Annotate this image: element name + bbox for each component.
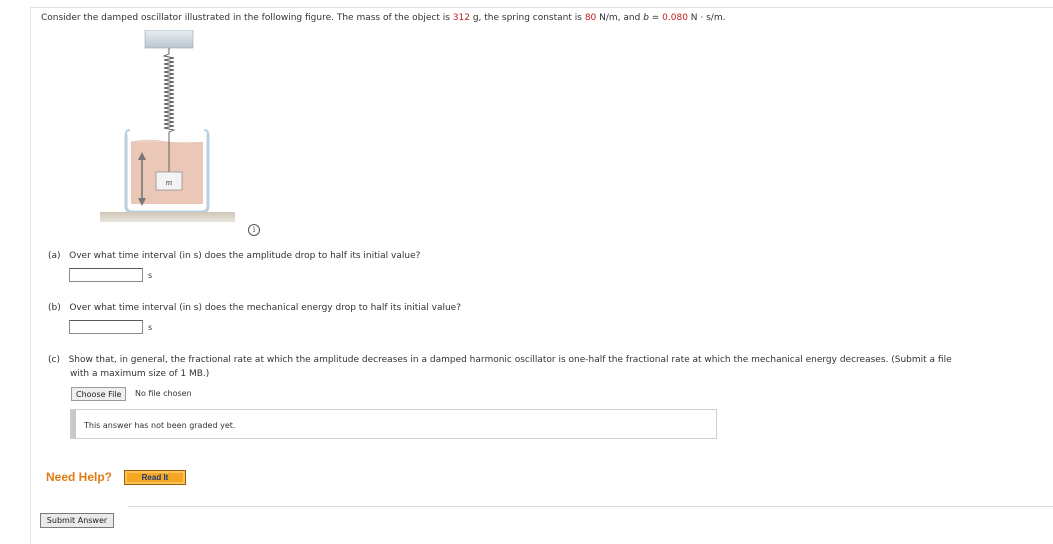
part-c-text-line1: Show that, in general, the fractional ra…	[68, 355, 952, 365]
frame-bottom-border	[128, 506, 1053, 507]
mass-label: m	[166, 179, 173, 187]
frame-left-border	[30, 7, 31, 544]
part-c-letter: (c)	[48, 355, 60, 365]
spring-constant-value: 80	[584, 13, 597, 23]
part-b-answer-input[interactable]	[69, 320, 143, 334]
damping-unit: N · s/m.	[687, 13, 726, 23]
part-a-answer-input[interactable]	[69, 268, 143, 282]
part-a-question: (a) Over what time interval (in s) does …	[48, 251, 420, 261]
damping-value: 0.080	[662, 13, 688, 23]
submit-answer-button[interactable]: Submit Answer	[40, 513, 114, 528]
part-a-letter: (a)	[48, 251, 61, 261]
part-b-unit: s	[148, 323, 153, 332]
part-c-question: (c) Show that, in general, the fractiona…	[48, 355, 952, 365]
info-icon[interactable]: i	[248, 224, 260, 236]
mass-value: 312	[452, 13, 470, 23]
file-status: No file chosen	[135, 389, 192, 398]
spring	[162, 48, 176, 136]
part-b-question: (b) Over what time interval (in s) does …	[48, 303, 461, 313]
need-help-label: Need Help?	[46, 470, 113, 484]
read-it-button[interactable]: Read It	[124, 470, 186, 485]
question-text: Consider the damped oscillator illustrat…	[41, 13, 725, 23]
ceiling-support	[144, 30, 194, 49]
graded-status-bar	[71, 410, 76, 438]
floor	[100, 212, 235, 222]
container-lip-right	[203, 129, 209, 135]
part-c-text-line2: with a maximum size of 1 MB.)	[70, 369, 210, 379]
part-a-unit: s	[148, 271, 153, 280]
choose-file-button[interactable]: Choose File	[71, 387, 127, 401]
part-a-text: Over what time interval (in s) does the …	[69, 251, 421, 261]
part-b-letter: (b)	[48, 303, 61, 313]
spring-constant-unit: N/m, and	[596, 13, 644, 23]
container-lip-left	[125, 129, 131, 135]
damping-equals: =	[648, 13, 663, 23]
damped-oscillator-figure: m	[100, 30, 235, 222]
frame-top-border	[30, 7, 1053, 8]
graded-status-box: This answer has not been graded yet.	[70, 409, 717, 439]
mass-unit: g, the spring constant is	[469, 13, 585, 23]
part-b-text: Over what time interval (in s) does the …	[69, 303, 461, 313]
graded-status-text: This answer has not been graded yet.	[84, 421, 236, 430]
question-prefix: Consider the damped oscillator illustrat…	[41, 13, 453, 23]
